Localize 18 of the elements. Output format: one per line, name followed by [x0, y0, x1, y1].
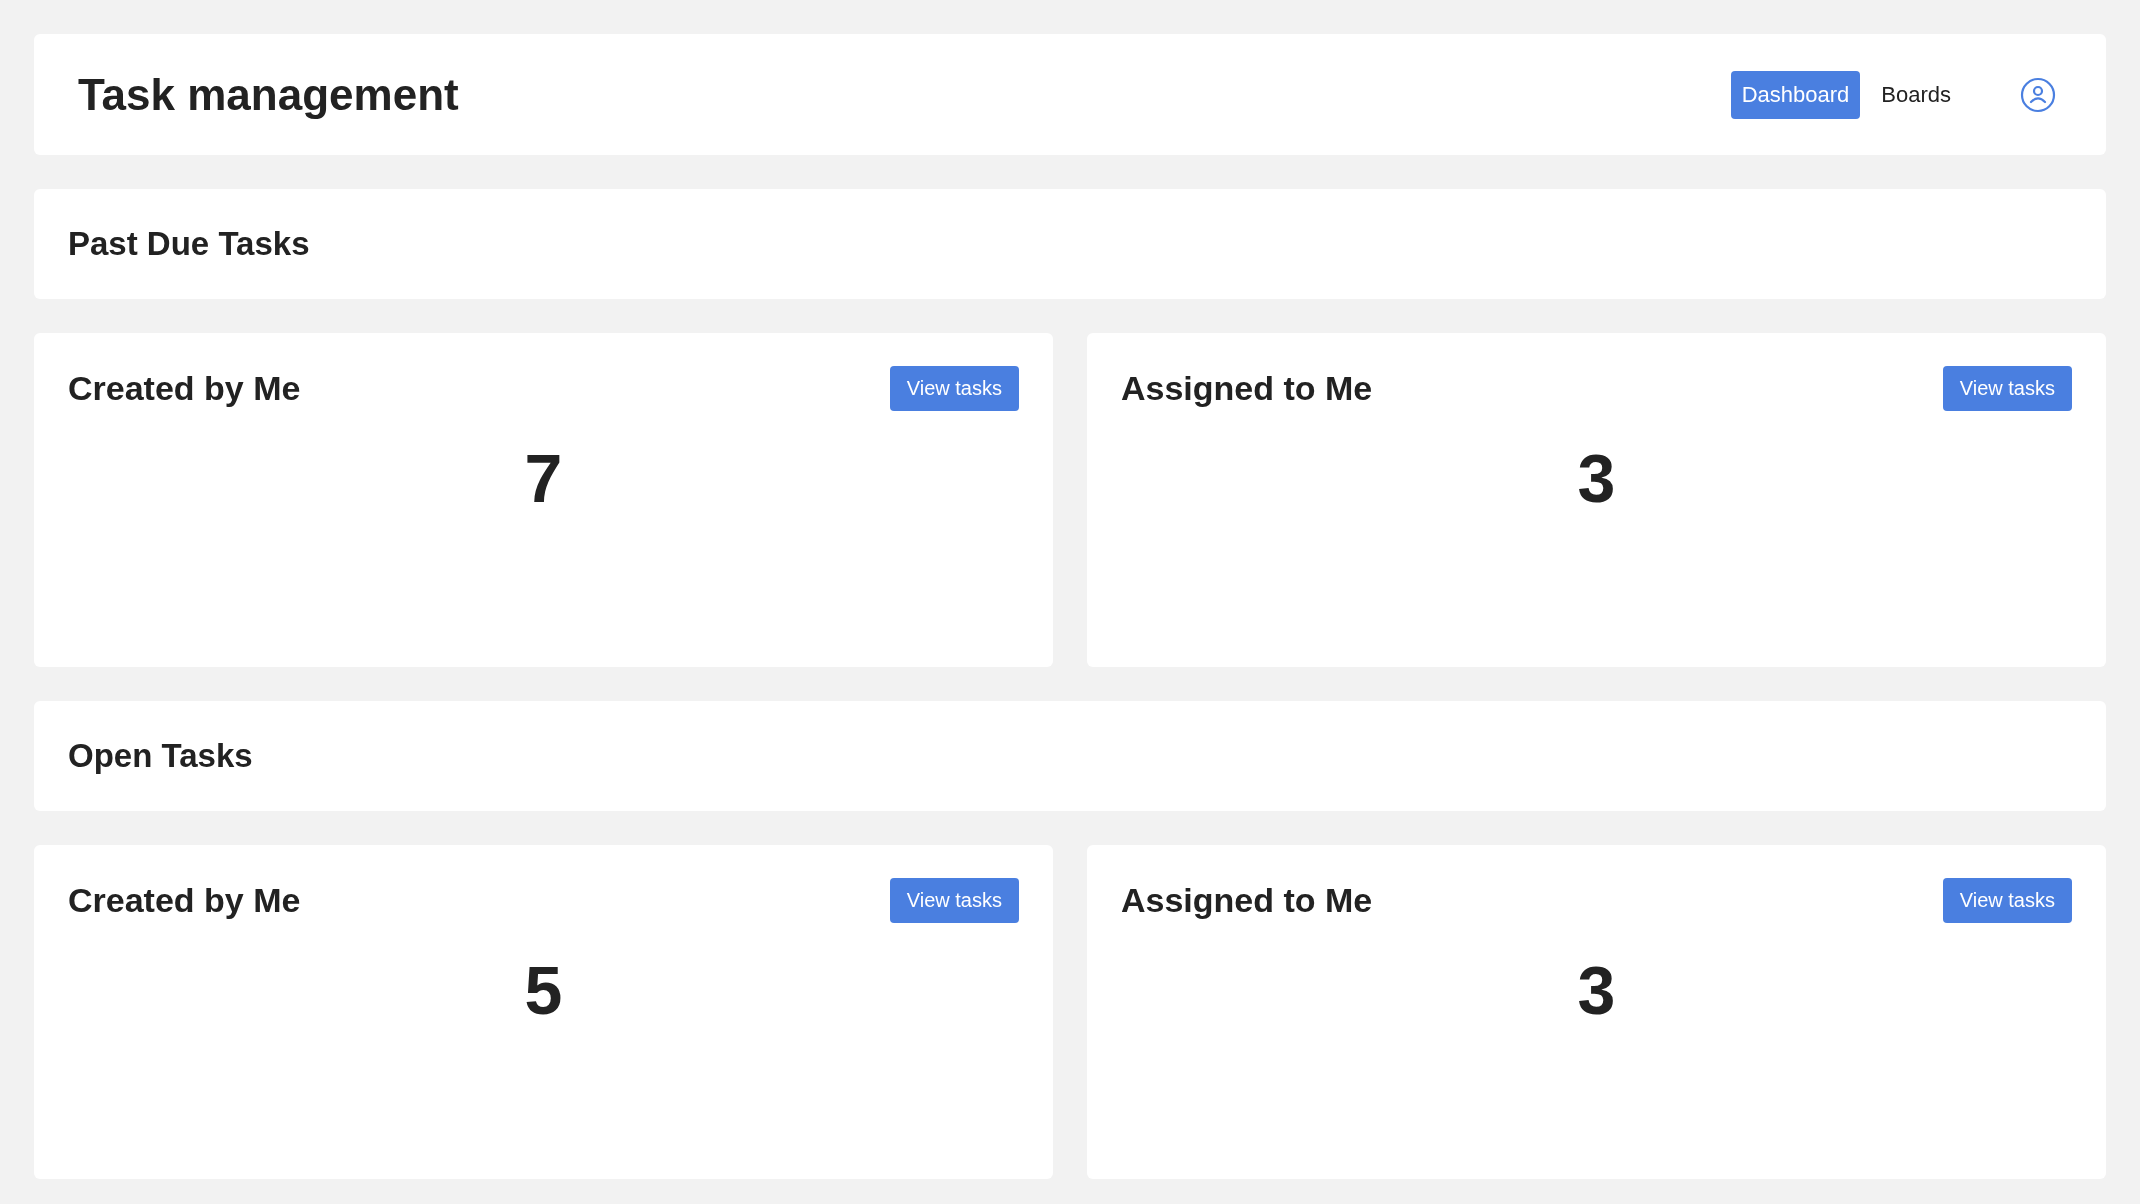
- task-count: 5: [524, 951, 563, 1029]
- view-tasks-button[interactable]: View tasks: [889, 366, 1019, 411]
- user-avatar-icon[interactable]: [2020, 76, 2056, 113]
- card-title: Assigned to Me: [1121, 881, 1373, 920]
- nav-tab[interactable]: Boards: [1870, 70, 1962, 119]
- app-title: Task management: [78, 69, 459, 120]
- section-title: Open Tasks: [68, 737, 253, 775]
- view-tasks-button[interactable]: View tasks: [889, 878, 1019, 923]
- task-count: 7: [524, 439, 563, 517]
- section-title: Past Due Tasks: [68, 225, 310, 263]
- view-tasks-button[interactable]: View tasks: [1942, 366, 2072, 411]
- card-title: Assigned to Me: [1121, 369, 1373, 408]
- task-count: 3: [1577, 951, 1616, 1029]
- view-tasks-button[interactable]: View tasks: [1942, 878, 2072, 923]
- task-count: 3: [1577, 439, 1616, 517]
- nav-tab[interactable]: Dashboard: [1730, 70, 1861, 119]
- card-title: Created by Me: [68, 369, 301, 408]
- card-title: Created by Me: [68, 881, 301, 920]
